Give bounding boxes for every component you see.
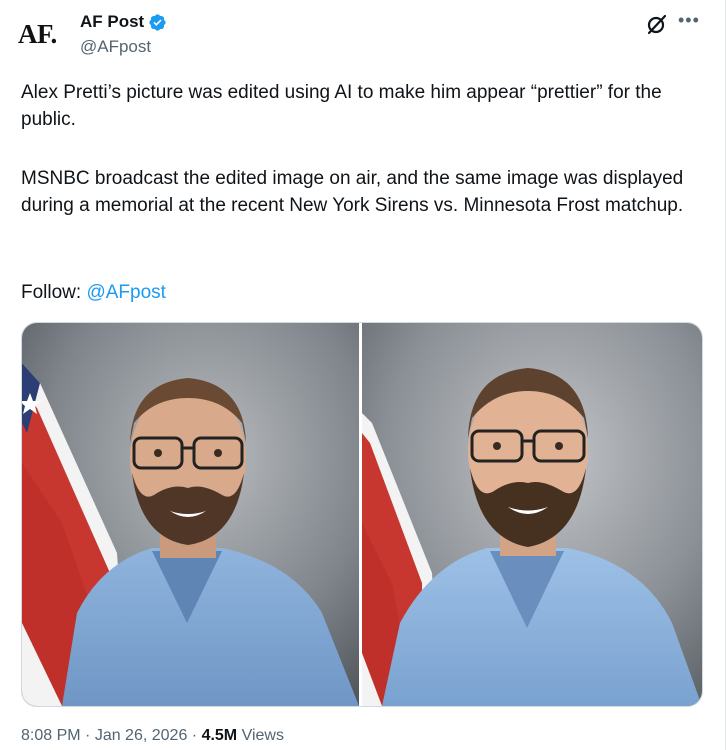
tweet-text-paragraph-2: MSNBC broadcast the edited image on air,… — [21, 168, 684, 216]
tweet-meta: 8:08 PM · Jan 26, 2026 · 4.5M Views — [21, 727, 284, 745]
views-label: Views — [237, 727, 284, 744]
tweet-time[interactable]: 8:08 PM — [21, 727, 81, 744]
tweet-date[interactable]: Jan 26, 2026 — [95, 727, 188, 744]
avatar[interactable]: AF. — [18, 14, 68, 54]
meta-separator-2: · — [187, 727, 202, 744]
tweet-media[interactable] — [21, 322, 703, 707]
more-icon[interactable]: ••• — [678, 10, 700, 31]
author-handle[interactable]: @AFpost — [80, 37, 151, 57]
grok-icon[interactable] — [645, 12, 669, 36]
follow-label: Follow: — [21, 282, 87, 303]
author-name-row[interactable]: AF Post — [80, 12, 167, 32]
portrait-photo-original[interactable] — [22, 323, 359, 706]
tweet-card[interactable]: AF. AF Post @AFpost ••• Alex Pretti’s pi… — [0, 0, 726, 750]
views-count[interactable]: 4.5M — [202, 727, 238, 744]
verified-badge-icon — [149, 13, 166, 31]
portrait-photo-edited[interactable] — [362, 323, 702, 706]
tweet-text-paragraph-1: Alex Pretti’s picture was edited using A… — [21, 82, 662, 130]
meta-separator: · — [80, 727, 95, 744]
display-name[interactable]: AF Post — [80, 12, 144, 32]
follow-mention-link[interactable]: @AFpost — [86, 282, 165, 303]
tweet-text-follow: Follow: @AFpost — [21, 279, 711, 306]
